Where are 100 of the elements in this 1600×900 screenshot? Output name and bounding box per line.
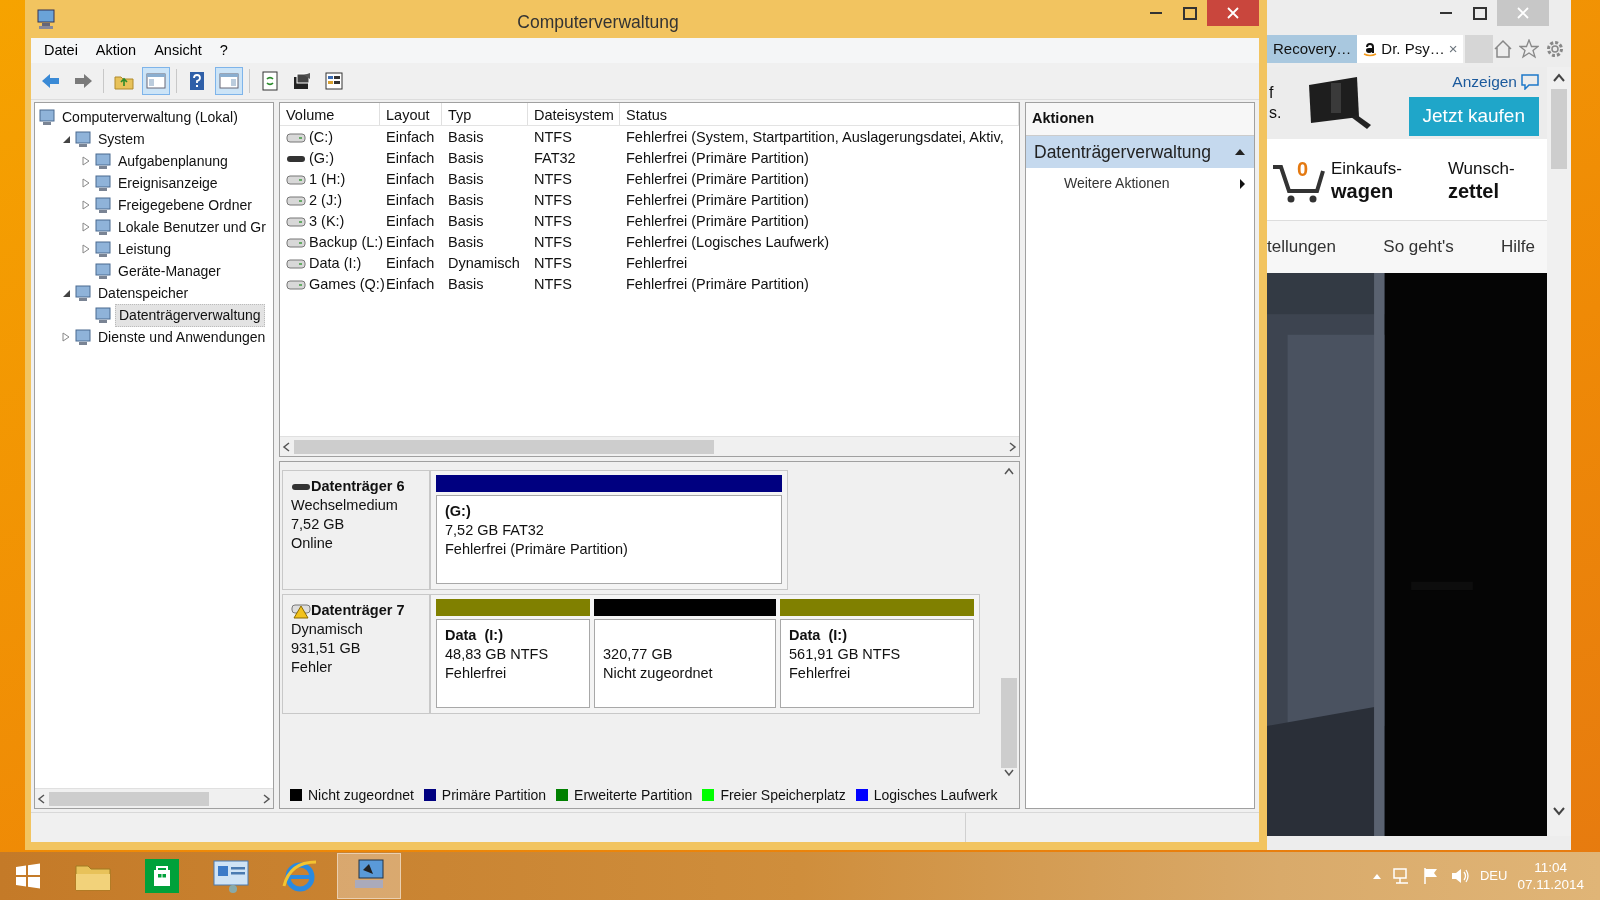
wishlist-label[interactable]: zettel: [1447, 179, 1515, 202]
partition-label: (G:): [445, 502, 472, 521]
table-cell-text: Einfach: [386, 128, 435, 147]
console-icon: [74, 328, 92, 346]
column-header[interactable]: Status: [620, 103, 1019, 125]
speaker-icon: [1449, 867, 1470, 885]
scroll-thumb[interactable]: [1001, 678, 1017, 768]
table-cell-text: Fehlerfrei: [626, 254, 688, 273]
table-cell-text: NTFS: [534, 254, 572, 273]
tree-item[interactable]: Geräte-Manager: [115, 260, 224, 282]
tree-item[interactable]: Leistung: [115, 238, 174, 260]
ads-link[interactable]: Anzeigen: [1452, 70, 1539, 94]
table-cell-text: Einfach: [386, 212, 435, 231]
horizontal-scrollbar[interactable]: [35, 788, 273, 808]
taskbar-app[interactable]: [337, 853, 401, 899]
collapse-arrow-icon[interactable]: [61, 134, 71, 144]
menu-item[interactable]: Ansicht: [145, 39, 211, 62]
scroll-thumb[interactable]: [49, 791, 209, 806]
nav-link[interactable]: So geht's: [1383, 234, 1454, 260]
menu-item[interactable]: Aktion: [86, 39, 146, 62]
tree-item[interactable]: Datenspeicher: [95, 282, 192, 304]
table-cell-text: Basis: [448, 233, 484, 252]
column-header[interactable]: Dateisystem: [528, 103, 620, 125]
expand-arrow-icon[interactable]: [82, 244, 90, 254]
table-cell-text: NTFS: [534, 233, 572, 252]
menu-item[interactable]: ?: [210, 39, 237, 62]
tree-item[interactable]: Datenträgerverwaltung: [115, 303, 265, 327]
tree-item[interactable]: Aufgabenplanung: [115, 150, 231, 172]
flag-icon: [1421, 867, 1440, 885]
disk-name: Datenträger 6: [311, 477, 405, 496]
legend-label: Freier Speicherplatz: [720, 785, 846, 805]
browser-tab[interactable]: Dr. Psy… ×: [1357, 35, 1464, 63]
table-cell-text: Basis: [448, 191, 484, 210]
partition-label: Data (I:): [789, 626, 848, 645]
tab-title: Dr. Psy…: [1381, 38, 1445, 59]
table-cell-text: Einfach: [386, 275, 435, 294]
pane-header: Aktionen: [1026, 103, 1254, 136]
nav-link[interactable]: tellungen: [1267, 234, 1336, 260]
horizontal-scrollbar[interactable]: [280, 436, 1019, 456]
legend-label: Logisches Laufwerk: [873, 785, 998, 805]
table-cell-text: Fehlerfrei (System, Startpartition, Auslagerungsdatei, Aktiv,: [626, 128, 1004, 147]
disk-name: Datenträger 7: [311, 601, 405, 620]
table-cell-text: NTFS: [534, 275, 572, 294]
maximize-icon: [1183, 6, 1197, 20]
menu-item[interactable]: Datei: [35, 39, 87, 62]
window-title: Computerverwaltung: [516, 11, 680, 34]
disk-info: Fehler: [291, 658, 334, 677]
scroll-thumb[interactable]: [294, 439, 714, 454]
partition-size: 7,52 GB FAT32: [445, 521, 545, 540]
nav-link[interactable]: Hilfe: [1500, 234, 1535, 260]
table-cell-text: Dynamisch: [448, 254, 520, 273]
column-header[interactable]: Typ: [442, 103, 528, 125]
expand-arrow-icon[interactable]: [82, 156, 90, 166]
volume-name: Backup (L:): [309, 233, 384, 252]
disk-info: 931,51 GB: [291, 639, 362, 658]
scroll-down-icon: [1552, 806, 1566, 816]
volume-name: 3 (K:): [309, 212, 345, 231]
scroll-thumb[interactable]: [1551, 89, 1567, 169]
scroll-up-icon: [1003, 466, 1015, 476]
disk-info: Dynamisch: [291, 620, 364, 639]
cart-label[interactable]: wagen: [1331, 179, 1402, 202]
table-cell-text: Basis: [448, 212, 484, 231]
browser-tab[interactable]: Recovery…: [1267, 35, 1358, 63]
expand-arrow-icon[interactable]: [62, 332, 70, 342]
tab-title: Recovery…: [1273, 38, 1352, 59]
action-section-header[interactable]: Datenträgerverwaltung: [1026, 135, 1254, 168]
partition-label: Data (I:): [445, 626, 504, 645]
expand-arrow-icon[interactable]: [82, 222, 90, 232]
tree-item[interactable]: Freigegebene Ordner: [115, 194, 255, 216]
action-item[interactable]: Weitere Aktionen: [1026, 168, 1254, 199]
tree-item[interactable]: Ereignisanzeige: [115, 172, 221, 194]
expand-arrow-icon[interactable]: [82, 200, 90, 210]
cart-label[interactable]: Einkaufs-: [1331, 157, 1402, 180]
refresh-icon: [260, 71, 280, 91]
column-header[interactable]: Layout: [380, 103, 442, 125]
collapse-arrow-icon[interactable]: [61, 288, 71, 298]
table-cell-text: NTFS: [534, 191, 572, 210]
volume-name: 2 (J:): [309, 191, 343, 210]
close-button[interactable]: [1207, 0, 1259, 26]
site-logo-icon: [1363, 41, 1378, 57]
expand-arrow-icon[interactable]: [82, 178, 90, 188]
console-icon: [94, 174, 112, 192]
ad-text: f: [1269, 83, 1275, 103]
wishlist-label[interactable]: Wunsch-: [1447, 157, 1515, 180]
tree-item[interactable]: Computerverwaltung (Lokal): [59, 106, 241, 128]
tree-item[interactable]: Lokale Benutzer und Gr: [115, 216, 269, 238]
table-cell-text: Basis: [448, 170, 484, 189]
tree-item[interactable]: Dienste und Anwendungen: [95, 326, 269, 348]
store-icon: [142, 856, 182, 896]
volume-name: 1 (H:): [309, 170, 346, 189]
console-icon: [74, 130, 92, 148]
table-cell-text: Einfach: [386, 170, 435, 189]
star-icon: [1519, 39, 1539, 59]
settings-icon: [1545, 39, 1565, 59]
tab-close-button[interactable]: ×: [1448, 37, 1458, 61]
column-header[interactable]: Volume: [280, 103, 380, 125]
scroll-down-icon: [1003, 768, 1015, 778]
table-cell-text: Fehlerfrei (Primäre Partition): [626, 191, 809, 210]
table-cell-text: Fehlerfrei (Primäre Partition): [626, 212, 809, 231]
tree-item[interactable]: System: [95, 128, 148, 150]
